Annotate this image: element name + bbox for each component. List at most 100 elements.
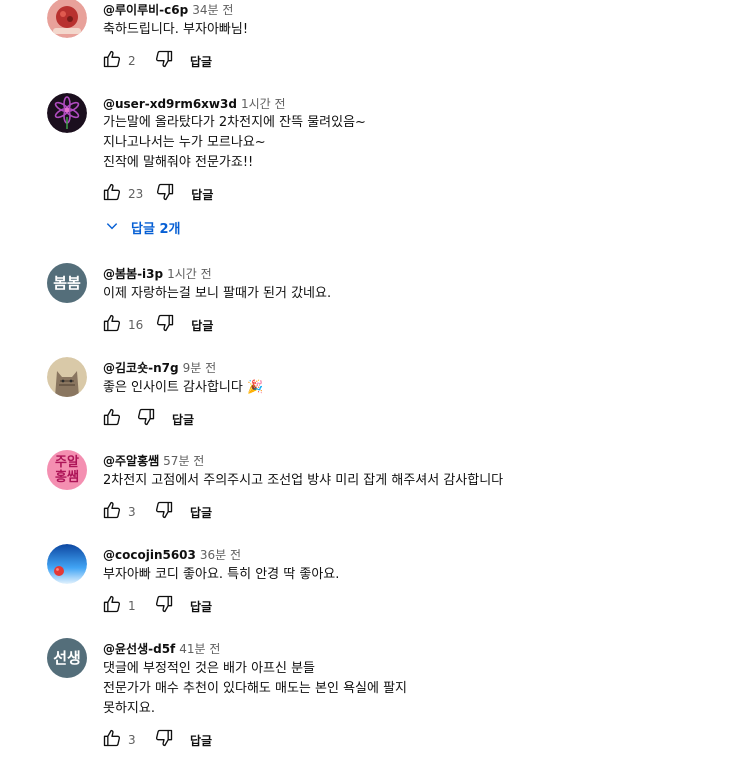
thumbs-down-icon [155, 182, 175, 206]
avatar[interactable] [47, 544, 87, 584]
comment-time[interactable]: 1시간 전 [167, 267, 212, 281]
comment-time[interactable]: 41분 전 [179, 642, 220, 656]
reply-button[interactable]: 답글 [190, 504, 212, 521]
thumbs-down-icon [154, 728, 174, 752]
author-handle[interactable]: @봄봄-i3p [103, 267, 163, 281]
comment-line: 가는말에 올라탔다가 2차전지에 잔뜩 물려있음~ [103, 115, 366, 130]
comment-actions: 3 답글 [100, 500, 212, 524]
reply-button[interactable]: 답글 [190, 732, 212, 749]
comment-time[interactable]: 57분 전 [163, 454, 204, 468]
comment-time[interactable]: 9분 전 [183, 361, 217, 375]
dislike-button[interactable] [134, 407, 158, 431]
chevron-down-icon [105, 219, 131, 237]
comment-actions: 3 답글 [100, 728, 212, 752]
comment-header: @김코숏-n7g 9분 전 [103, 359, 216, 376]
reply-button[interactable]: 답글 [172, 411, 194, 428]
like-button[interactable] [100, 49, 124, 73]
comment-line: 못하지요. [103, 701, 155, 716]
dislike-button[interactable] [153, 182, 177, 206]
reply-button[interactable]: 답글 [190, 598, 212, 615]
avatar[interactable]: 선생 [47, 638, 87, 678]
comment-header: @윤선생-d5f 41분 전 [103, 640, 220, 657]
thumbs-up-icon [102, 313, 122, 337]
view-replies-button[interactable]: 답글 2개 [105, 218, 180, 237]
comment-line: 부자아빠 코디 좋아요. 특히 안경 딱 좋아요. [103, 567, 340, 582]
comment-text: 좋은 인사이트 감사합니다 🎉 [103, 378, 263, 398]
comment-line: 댓글에 부정적인 것은 배가 아프신 분들 [103, 661, 316, 676]
like-button[interactable] [100, 182, 124, 206]
author-handle[interactable]: @윤선생-d5f [103, 642, 175, 656]
like-count: 3 [128, 733, 136, 747]
comment-actions: 2 답글 [100, 49, 212, 73]
dislike-button[interactable] [152, 728, 176, 752]
comment-line: 축하드립니다. 부자아빠님! [103, 22, 249, 37]
comment-line: 전문가가 매수 추천이 있다해도 매도는 본인 욕실에 팔지 [103, 681, 408, 696]
thumbs-down-icon [136, 407, 156, 431]
like-button[interactable] [100, 500, 124, 524]
like-count: 1 [128, 599, 136, 613]
comment-time[interactable]: 34분 전 [192, 3, 233, 17]
comment-text: 댓글에 부정적인 것은 배가 아프신 분들 전문가가 매수 추천이 있다해도 매… [103, 659, 407, 719]
dislike-button[interactable] [152, 49, 176, 73]
comment-line: 좋은 인사이트 감사합니다 🎉 [103, 380, 264, 395]
reply-button[interactable]: 답글 [191, 186, 213, 203]
comment-header: @루이루비-c6p 34분 전 [103, 1, 233, 18]
comment-text: 이제 자랑하는걸 보니 팔때가 된거 갔네요. [103, 284, 331, 304]
avatar[interactable]: 봄봄 [47, 263, 87, 303]
comment-time[interactable]: 36분 전 [200, 548, 241, 562]
avatar[interactable] [47, 93, 87, 133]
comment-header: @user-xd9rm6xw3d 1시간 전 [103, 95, 286, 112]
thumbs-down-icon [155, 313, 175, 337]
comment-actions: 1 답글 [100, 594, 212, 618]
dislike-button[interactable] [152, 500, 176, 524]
avatar-initials: 선생 [53, 648, 81, 667]
view-replies-label: 답글 2개 [131, 222, 181, 237]
comment-line: 이제 자랑하는걸 보니 팔때가 된거 갔네요. [103, 286, 332, 301]
thumbs-up-icon [102, 182, 122, 206]
avatar[interactable] [47, 357, 87, 397]
dislike-button[interactable] [152, 594, 176, 618]
like-count: 3 [128, 505, 136, 519]
comment-actions: 23 답글 [100, 182, 213, 206]
thumbs-up-icon [102, 49, 122, 73]
thumbs-up-icon [102, 594, 122, 618]
comment-text: 부자아빠 코디 좋아요. 특히 안경 딱 좋아요. [103, 565, 339, 585]
comment-line: 지나고나서는 누가 모르나요~ [103, 135, 266, 150]
comment-text: 축하드립니다. 부자아빠님! [103, 20, 248, 40]
like-count: 16 [128, 318, 144, 332]
thumbs-up-icon [102, 728, 122, 752]
author-handle[interactable]: @주알홍쌤 [103, 454, 159, 468]
thumbs-down-icon [154, 500, 174, 524]
comment-text: 2차전지 고점에서 주의주시고 조선업 방샤 미리 잡게 해주셔서 감사합니다 [103, 471, 503, 491]
like-count: 2 [128, 54, 136, 68]
thumbs-down-icon [154, 49, 174, 73]
like-button[interactable] [100, 313, 124, 337]
like-button[interactable] [100, 728, 124, 752]
comment-actions: 16 답글 [100, 313, 213, 337]
comment-header: @cocojin5603 36분 전 [103, 546, 241, 563]
avatar-initials: 주알 홍쌤 [55, 455, 79, 485]
thumbs-down-icon [154, 594, 174, 618]
author-handle[interactable]: @cocojin5603 [103, 548, 196, 562]
comment-text: 가는말에 올라탔다가 2차전지에 잔뜩 물려있음~ 지나고나서는 누가 모르나요… [103, 113, 366, 173]
comment-line: 2차전지 고점에서 주의주시고 조선업 방샤 미리 잡게 해주셔서 감사합니다 [103, 473, 504, 488]
comment-line: 진작에 말해줘야 전문가죠!! [103, 155, 254, 170]
avatar[interactable]: 주알 홍쌤 [47, 450, 87, 490]
thumbs-up-icon [102, 407, 122, 431]
reply-button[interactable]: 답글 [191, 317, 213, 334]
like-button[interactable] [100, 594, 124, 618]
comment-header: @봄봄-i3p 1시간 전 [103, 265, 212, 282]
comment-header: @주알홍쌤 57분 전 [103, 452, 204, 469]
avatar-initials: 봄봄 [53, 273, 81, 292]
dislike-button[interactable] [153, 313, 177, 337]
reply-button[interactable]: 답글 [190, 53, 212, 70]
avatar[interactable] [47, 0, 87, 38]
like-count: 23 [128, 187, 144, 201]
author-handle[interactable]: @김코숏-n7g [103, 361, 179, 375]
author-handle[interactable]: @루이루비-c6p [103, 3, 188, 17]
thumbs-up-icon [102, 500, 122, 524]
author-handle[interactable]: @user-xd9rm6xw3d [103, 97, 237, 111]
like-button[interactable] [100, 407, 124, 431]
comment-time[interactable]: 1시간 전 [241, 97, 286, 111]
comment-actions: 답글 [100, 407, 194, 431]
